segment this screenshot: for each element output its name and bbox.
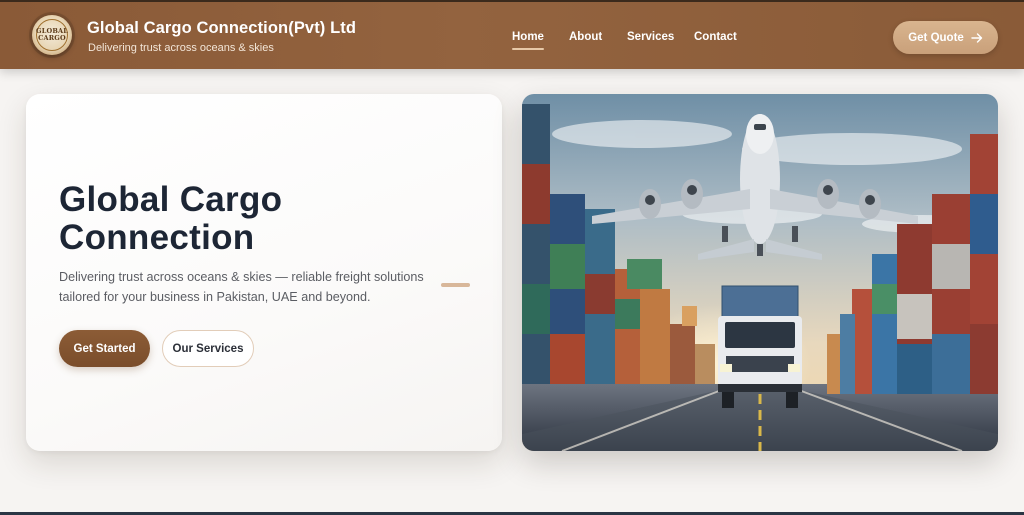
hero-image (522, 94, 998, 451)
arrow-right-icon (971, 32, 982, 43)
hero-description: Delivering trust across oceans & skies —… (59, 270, 424, 304)
main-nav: Home About Services Contact (0, 31, 1024, 51)
nav-contact[interactable]: Contact (694, 31, 737, 43)
our-services-button[interactable]: Our Services (162, 330, 254, 367)
nav-about[interactable]: About (569, 31, 602, 43)
hero-title: Global Cargo Connection (59, 180, 283, 257)
nav-services[interactable]: Services (627, 31, 674, 43)
get-quote-button[interactable]: Get Quote (893, 21, 998, 54)
get-quote-label: Get Quote (908, 31, 964, 44)
cargo-scene-illustration (522, 94, 998, 451)
decorative-dash (441, 283, 470, 287)
cargo-truck (718, 285, 802, 408)
get-started-button[interactable]: Get Started (59, 330, 150, 367)
site-header: GLOBAL CARGO Global Cargo Connection(Pvt… (0, 0, 1024, 69)
nav-home[interactable]: Home (512, 31, 544, 50)
